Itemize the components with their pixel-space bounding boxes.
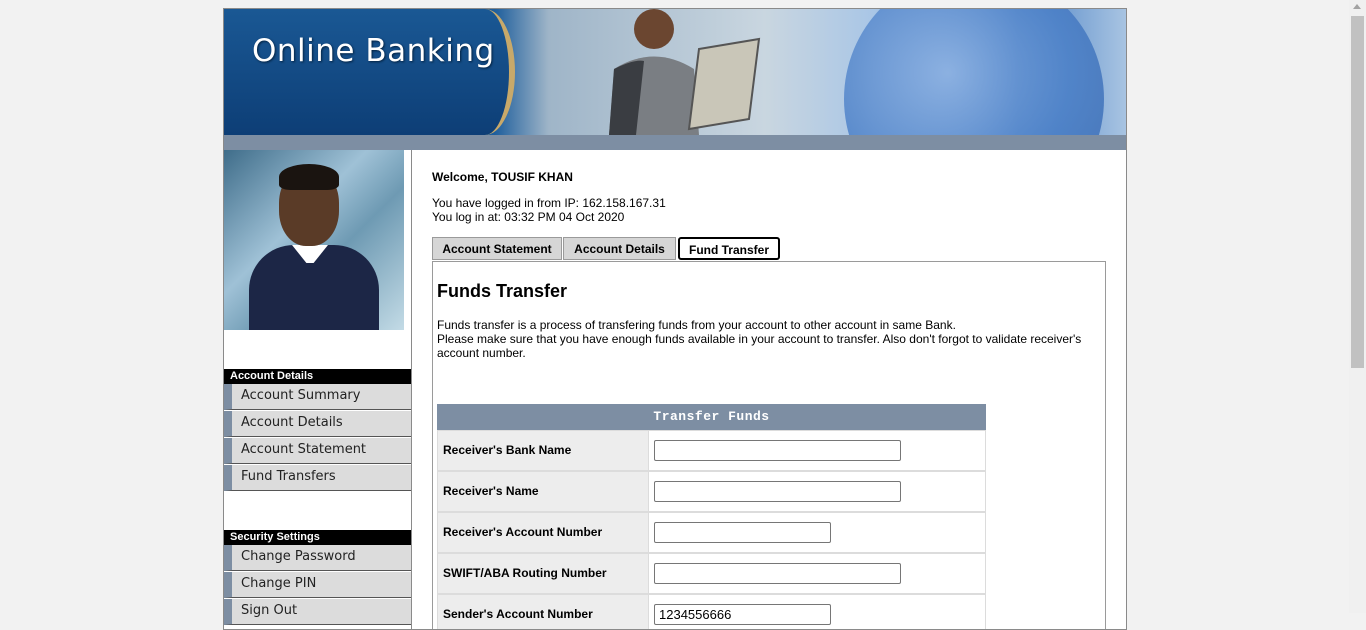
page-container: Online Banking Account Details Account S… [223,8,1127,630]
sidebar-item-change-pin[interactable]: Change PIN [224,572,411,598]
security-settings-section-header: Security Settings [224,530,411,545]
globe-image [844,9,1104,135]
receiver-name-input[interactable] [654,481,901,502]
welcome-text: Welcome, TOUSIF KHAN [432,170,573,184]
tab-account-statement[interactable]: Account Statement [432,237,562,260]
form-row-bank-name: Receiver's Bank Name [437,430,986,471]
page-title: Funds Transfer [437,281,568,301]
sender-account-input[interactable] [654,604,831,625]
receiver-account-input[interactable] [654,522,831,543]
form-row-sender-account: Sender's Account Number [437,594,986,629]
scroll-up-arrow-icon[interactable] [1353,4,1361,9]
ip-line: You have logged in from IP: 162.158.167.… [432,196,666,210]
sidebar-item-account-statement[interactable]: Account Statement [224,438,411,464]
routing-number-input[interactable] [654,563,901,584]
page-scrollbar[interactable] [1349,0,1366,613]
form-row-receiver-name: Receiver's Name [437,471,986,512]
bank-name-input[interactable] [654,440,901,461]
sidebar-item-sign-out[interactable]: Sign Out [224,599,411,625]
description-line-2: Please make sure that you have enough fu… [437,332,1082,360]
banner: Online Banking [224,9,1126,135]
tab-fund-transfer[interactable]: Fund Transfer [678,237,780,260]
sidebar-item-account-details[interactable]: Account Details [224,411,411,437]
receiver-name-label: Receiver's Name [438,472,649,511]
tab-account-details[interactable]: Account Details [563,237,676,260]
scrollbar-thumb[interactable] [1351,16,1364,368]
form-row-routing-number: SWIFT/ABA Routing Number [437,553,986,594]
main-content: Welcome, TOUSIF KHAN You have logged in … [432,150,1122,629]
login-time-line: You log in at: 03:32 PM 04 Oct 2020 [432,210,625,224]
receiver-account-label: Receiver's Account Number [438,513,649,552]
bank-name-label: Receiver's Bank Name [438,431,649,470]
banner-title-band [224,9,515,135]
user-photo [224,150,404,330]
fund-transfer-panel: Funds Transfer Funds transfer is a proce… [432,261,1106,629]
description-line-1: Funds transfer is a process of transferi… [437,318,956,332]
banner-title: Online Banking [252,33,495,69]
account-details-section-header: Account Details [224,369,411,384]
sidebar-item-fund-transfers[interactable]: Fund Transfers [224,465,411,491]
transfer-form-header: Transfer Funds [437,404,986,430]
banner-person-image [609,9,761,135]
login-info: You have logged in from IP: 162.158.167.… [432,196,666,224]
sidebar: Account Details Account Summary Account … [224,150,412,629]
banner-divider [224,135,1126,150]
routing-number-label: SWIFT/ABA Routing Number [438,554,649,593]
transfer-description: Funds transfer is a process of transferi… [437,318,1097,360]
sidebar-item-account-summary[interactable]: Account Summary [224,384,411,410]
form-row-receiver-account: Receiver's Account Number [437,512,986,553]
sidebar-item-change-password[interactable]: Change Password [224,545,411,571]
